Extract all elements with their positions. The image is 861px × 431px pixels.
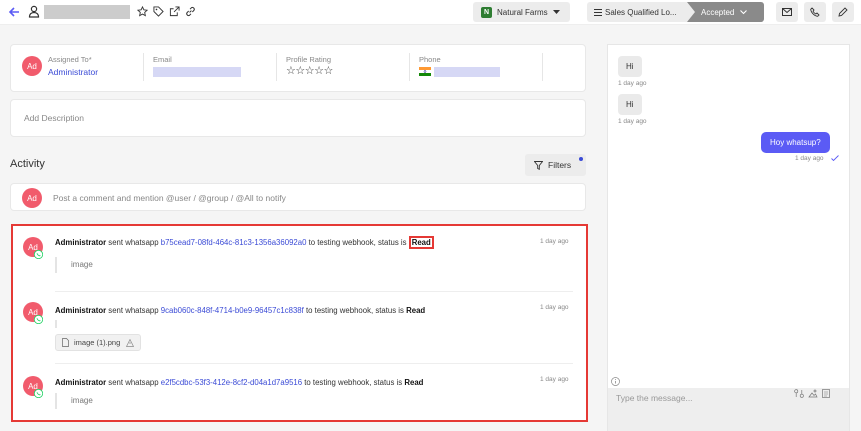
entry-target: to testing webhook, status is [308,238,407,247]
description-field[interactable]: Add Description [10,99,586,137]
activity-entry: Ad Administrator sent whatsapp 9cab060c-… [13,292,586,364]
entry-action: sent whatsapp [108,238,159,247]
star-icon[interactable] [137,6,148,17]
whatsapp-badge-icon [34,389,43,398]
divider [409,53,410,81]
status-pipeline[interactable]: Sales Qualified Lo... Accepted [587,2,764,22]
activity-list: Ad Administrator sent whatsapp b75cead7-… [11,224,588,422]
phone-value-redacted[interactable] [434,67,500,77]
info-icon[interactable] [611,377,620,386]
activity-title: Activity [10,158,45,170]
entry-status-read: Read [404,378,424,387]
sent-check-icon [831,155,839,162]
filters-button[interactable]: Filters [525,154,586,176]
chevron-down-icon [740,9,748,15]
warning-icon [126,338,135,347]
organization-dropdown[interactable]: N Natural Farms [473,2,570,22]
chat-message-time: 1 day ago [795,155,824,162]
chat-message-incoming: Hi [618,94,642,115]
contact-summary-card: Ad Assigned To* Administrator Email Prof… [10,44,586,92]
edit-button[interactable] [832,2,854,22]
document-icon[interactable] [822,389,830,398]
activity-entry: Ad Administrator sent whatsapp e2f5cdbc-… [13,364,586,420]
tag-icon[interactable] [153,6,164,17]
whatsapp-chat-panel: Hi 1 day ago Hi 1 day ago Hoy whatsup? 1… [607,44,850,431]
assignee-avatar: Ad [22,56,42,76]
entry-timestamp: 1 day ago [540,238,569,245]
message-composer[interactable]: Type the message... [608,388,849,431]
filter-active-dot [579,157,583,161]
assigned-to-label: Assigned To* [48,55,92,64]
entry-text: Administrator sent whatsapp 9cab060c-848… [55,306,425,315]
hamburger-icon [594,8,602,16]
back-arrow-icon[interactable] [8,6,20,18]
entry-user: Administrator [55,378,107,387]
email-value-redacted[interactable] [153,67,241,77]
profile-rating-label: Profile Rating [286,55,332,64]
organization-logo-icon: N [481,6,492,18]
chat-message-time: 1 day ago [618,118,647,125]
entry-message-id-link[interactable]: b75cead7-08fd-464c-81c3-1356a36092a0 [161,238,307,247]
commenter-avatar: Ad [22,188,42,208]
divider [542,53,543,81]
file-icon [62,338,69,347]
india-flag-icon [419,67,431,76]
link-icon[interactable] [185,6,196,17]
pencil-icon [838,7,848,17]
external-link-icon[interactable] [169,6,180,17]
entry-target: to testing webhook, status is [304,378,403,387]
entry-status-read: Read [408,236,434,249]
entry-user: Administrator [55,238,107,247]
organization-label: Natural Farms [497,7,548,17]
email-label: Email [153,55,172,64]
entry-message-content: image [55,257,93,273]
divider [143,53,144,81]
entry-target: to testing webhook, status is [305,306,404,315]
whatsapp-badge-icon [34,250,43,259]
divider [276,53,277,81]
email-button[interactable] [776,2,798,22]
entry-action: sent whatsapp [108,306,159,315]
entry-text: Administrator sent whatsapp b75cead7-08f… [55,236,434,249]
entry-message-id-link[interactable]: 9cab060c-848f-4714-b0e9-96457c1c838f [161,306,304,315]
person-icon [28,5,40,18]
template-icon[interactable] [794,389,804,398]
entry-message-id-link[interactable]: e2f5cdbc-53f3-412e-8cf2-d04a1d7a9516 [161,378,302,387]
comment-input[interactable]: Post a comment and mention @user / @grou… [53,193,286,203]
top-bar: N Natural Farms Sales Qualified Lo... Ac… [0,0,861,25]
comment-box[interactable]: Ad Post a comment and mention @user / @g… [10,183,586,211]
attachment-chip[interactable]: image (1).png [55,334,142,351]
quote-bar [55,320,57,328]
entry-status-read: Read [406,306,426,315]
status-option-sales-qualified[interactable]: Sales Qualified Lo... [587,2,687,22]
chat-message-incoming: Hi [618,56,642,77]
status-accepted-button[interactable]: Accepted [687,2,764,22]
contact-name-redacted [44,5,130,19]
entry-user: Administrator [55,306,107,315]
entry-action: sent whatsapp [108,378,159,387]
rating-stars[interactable]: ☆☆☆☆☆ [286,64,333,77]
description-placeholder: Add Description [24,113,85,123]
entry-timestamp: 1 day ago [540,304,569,311]
whatsapp-badge-icon [34,315,43,324]
attachment-name: image (1).png [74,338,121,347]
assigned-to-value[interactable]: Administrator [48,67,98,77]
message-input[interactable]: Type the message... [616,393,693,403]
chat-message-outgoing: Hoy whatsup? [761,132,830,153]
mail-icon [782,8,792,16]
filter-icon [534,160,543,170]
activity-entry: Ad Administrator sent whatsapp b75cead7-… [13,226,586,292]
chat-message-time: 1 day ago [618,80,647,87]
call-button[interactable] [804,2,826,22]
status-accepted-label: Accepted [701,7,735,17]
entry-timestamp: 1 day ago [540,376,569,383]
caret-down-icon [552,9,560,15]
entry-text: Administrator sent whatsapp e2f5cdbc-53f… [55,378,423,387]
status-option-label: Sales Qualified Lo... [605,7,677,17]
entry-message-content: image [55,393,93,409]
filters-label: Filters [548,160,572,170]
attach-image-icon[interactable] [808,389,818,398]
phone-icon [810,7,820,17]
phone-label: Phone [419,55,441,64]
